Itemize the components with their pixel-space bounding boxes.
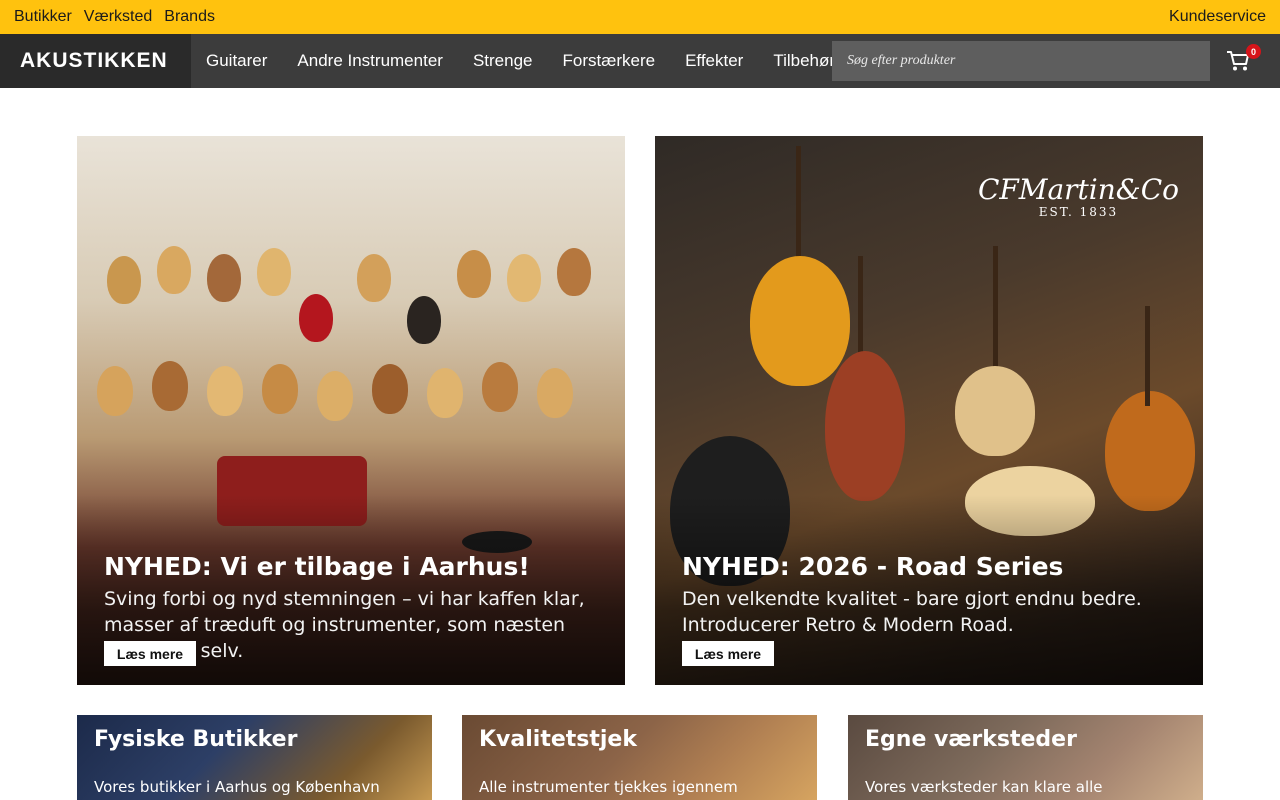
card-text: Vores værksteder kan klare alle [865, 778, 1103, 796]
banner-text: Den velkendte kvalitet - bare gjort endn… [682, 588, 1142, 636]
banner-road-series[interactable]: CFMartin&Co EST. 1833 NYHED: 2026 - Road… [655, 136, 1203, 685]
search-input[interactable] [832, 41, 1210, 81]
card-title: Egne værksteder [865, 727, 1077, 752]
menu-item-forstaerkere[interactable]: Forstærkere [547, 34, 670, 88]
menu-item-andre-instrumenter[interactable]: Andre Instrumenter [282, 34, 458, 88]
read-more-button[interactable]: Læs mere [104, 641, 196, 666]
martin-brand-logo: CFMartin&Co EST. 1833 [978, 176, 1179, 220]
cart-count-badge: 0 [1246, 44, 1261, 59]
top-links: Butikker Værksted Brands [14, 8, 215, 26]
banner-title: NYHED: 2026 - Road Series [682, 552, 1064, 581]
menu-item-effekter[interactable]: Effekter [670, 34, 758, 88]
banner-aarhus[interactable]: NYHED: Vi er tilbage i Aarhus! Sving for… [77, 136, 625, 685]
menu-item-guitarer[interactable]: Guitarer [191, 34, 282, 88]
read-more-button[interactable]: Læs mere [682, 641, 774, 666]
top-utility-bar: Butikker Værksted Brands Kundeservice [0, 0, 1280, 34]
card-workshops[interactable]: Egne værksteder Vores værksteder kan kla… [848, 715, 1203, 800]
card-physical-stores[interactable]: Fysiske Butikker Vores butikker i Aarhus… [77, 715, 432, 800]
card-title: Kvalitetstjek [479, 727, 637, 752]
top-link-brands[interactable]: Brands [164, 8, 215, 26]
top-link-butikker[interactable]: Butikker [14, 8, 72, 26]
main-menu: Guitarer Andre Instrumenter Strenge Fors… [191, 34, 850, 88]
customer-service-link[interactable]: Kundeservice [1169, 8, 1266, 26]
menu-item-strenge[interactable]: Strenge [458, 34, 548, 88]
site-logo[interactable]: AKUSTIKKEN [0, 34, 191, 88]
main-navbar: AKUSTIKKEN Guitarer Andre Instrumenter S… [0, 34, 1280, 88]
card-quality-check[interactable]: Kvalitetstjek Alle instrumenter tjekkes … [462, 715, 817, 800]
banner-title: NYHED: Vi er tilbage i Aarhus! [104, 552, 530, 581]
card-text: Alle instrumenter tjekkes igennem [479, 778, 738, 796]
martin-logo-est: EST. 1833 [1038, 205, 1119, 219]
card-title: Fysiske Butikker [94, 727, 298, 752]
card-text: Vores butikker i Aarhus og København [94, 778, 380, 796]
top-link-vaerksted[interactable]: Værksted [84, 8, 152, 26]
martin-logo-text: CFMartin&Co [977, 173, 1179, 206]
